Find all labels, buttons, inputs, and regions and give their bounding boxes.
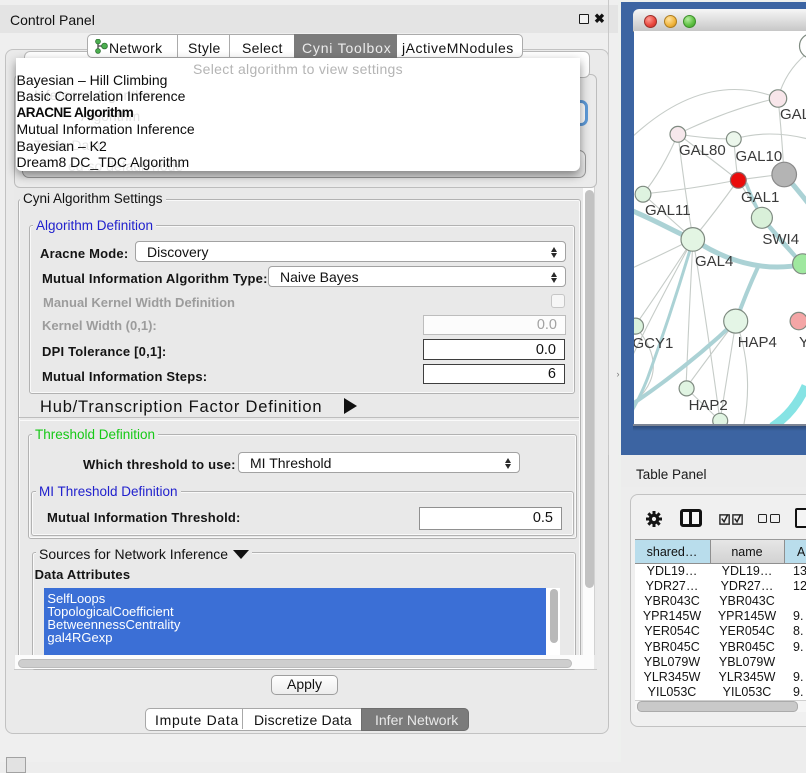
- svg-text:Y: Y: [799, 334, 806, 351]
- svg-text:GAL4: GAL4: [695, 253, 733, 270]
- svg-text:GAL7: GAL7: [780, 106, 806, 123]
- svg-text:GCY1: GCY1: [634, 335, 673, 352]
- svg-text:HAP4: HAP4: [738, 334, 777, 351]
- svg-text:GAL80: GAL80: [679, 142, 726, 159]
- svg-text:SWI4: SWI4: [762, 231, 799, 248]
- svg-text:GAL1: GAL1: [741, 189, 779, 206]
- svg-text:HAP2: HAP2: [689, 397, 728, 414]
- svg-text:GAL10: GAL10: [736, 148, 783, 165]
- svg-text:GAL11: GAL11: [645, 202, 691, 219]
